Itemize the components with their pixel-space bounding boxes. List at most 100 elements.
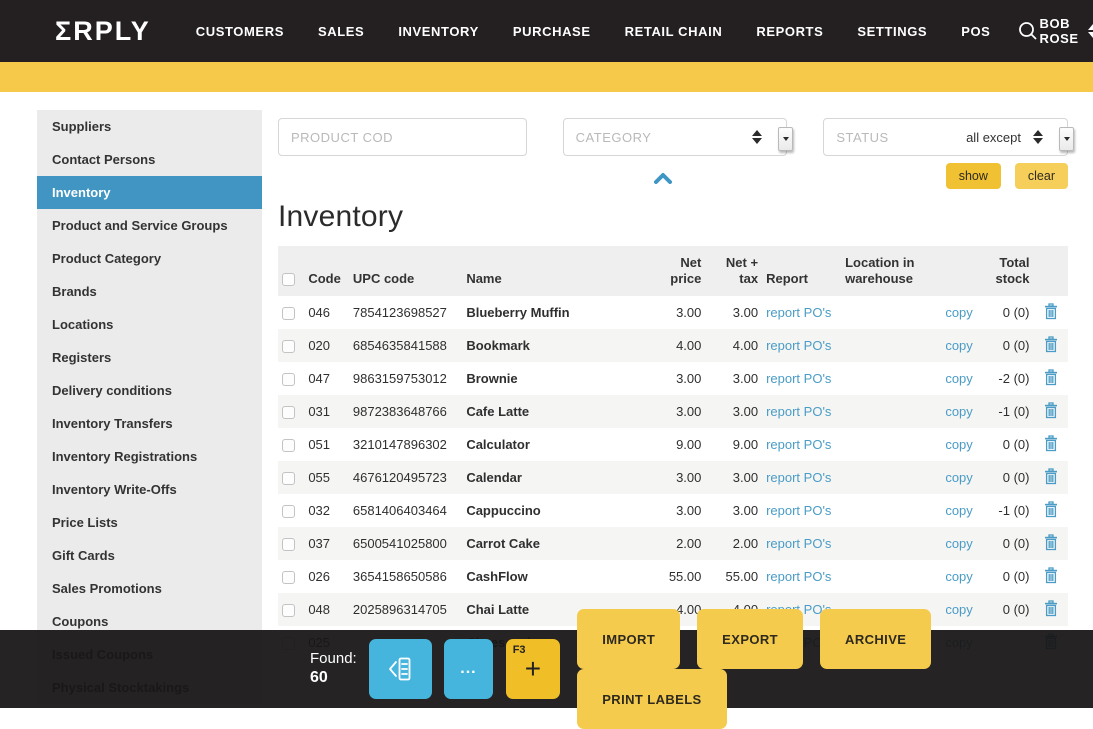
sidebar-item-brands[interactable]: Brands bbox=[37, 275, 262, 308]
sidebar-item-locations[interactable]: Locations bbox=[37, 308, 262, 341]
copy-link[interactable]: copy bbox=[945, 371, 972, 386]
delete-icon[interactable] bbox=[1043, 567, 1059, 584]
product-code-input[interactable] bbox=[291, 130, 514, 145]
copy-link[interactable]: copy bbox=[945, 437, 972, 452]
archive-button[interactable]: ARCHIVE bbox=[820, 609, 931, 669]
report-link[interactable]: report bbox=[766, 404, 800, 419]
sidebar-item-gift-cards[interactable]: Gift Cards bbox=[37, 539, 262, 572]
nav-item-purchase[interactable]: PURCHASE bbox=[504, 14, 600, 49]
select-all-checkbox[interactable] bbox=[282, 273, 295, 286]
row-checkbox[interactable] bbox=[282, 505, 295, 518]
erply-logo[interactable]: ΣRPLY bbox=[55, 16, 151, 47]
delete-icon[interactable] bbox=[1043, 369, 1059, 386]
col-code[interactable]: Code bbox=[304, 246, 349, 296]
nav-item-sales[interactable]: SALES bbox=[309, 14, 373, 49]
delete-icon[interactable] bbox=[1043, 402, 1059, 419]
col-net-price[interactable]: Net price bbox=[655, 246, 706, 296]
nav-item-inventory[interactable]: INVENTORY bbox=[389, 14, 488, 49]
report-link[interactable]: report bbox=[766, 305, 800, 320]
product-code-field[interactable] bbox=[278, 118, 527, 156]
delete-icon[interactable] bbox=[1043, 303, 1059, 320]
col-total-stock[interactable]: Total stock bbox=[977, 246, 1034, 296]
report-link[interactable]: report bbox=[766, 503, 800, 518]
col-net-tax[interactable]: Net + tax bbox=[705, 246, 762, 296]
report-link[interactable]: report bbox=[766, 338, 800, 353]
report-link[interactable]: report bbox=[766, 536, 800, 551]
nav-item-customers[interactable]: CUSTOMERS bbox=[187, 14, 293, 49]
status-select[interactable]: STATUS all except bbox=[823, 118, 1068, 156]
user-menu[interactable]: BOB ROSE bbox=[1039, 16, 1093, 46]
clear-button[interactable]: clear bbox=[1015, 163, 1068, 189]
pos-link[interactable]: PO's bbox=[804, 569, 832, 584]
report-link[interactable]: report bbox=[766, 371, 800, 386]
stepper-icon[interactable] bbox=[752, 130, 762, 144]
row-checkbox[interactable] bbox=[282, 472, 295, 485]
delete-icon[interactable] bbox=[1043, 501, 1059, 518]
sidebar-item-inventory-write-offs[interactable]: Inventory Write-Offs bbox=[37, 473, 262, 506]
copy-link[interactable]: copy bbox=[945, 503, 972, 518]
pos-link[interactable]: PO's bbox=[804, 371, 832, 386]
toggle-sidebar-button[interactable] bbox=[369, 639, 432, 699]
row-checkbox[interactable] bbox=[282, 373, 295, 386]
row-checkbox[interactable] bbox=[282, 340, 295, 353]
copy-link[interactable]: copy bbox=[945, 536, 972, 551]
nav-item-reports[interactable]: REPORTS bbox=[747, 14, 832, 49]
sidebar-item-product-and-service-groups[interactable]: Product and Service Groups bbox=[37, 209, 262, 242]
row-checkbox[interactable] bbox=[282, 307, 295, 320]
nav-item-retail-chain[interactable]: RETAIL CHAIN bbox=[616, 14, 732, 49]
delete-icon[interactable] bbox=[1043, 435, 1059, 452]
nav-item-settings[interactable]: SETTINGS bbox=[848, 14, 936, 49]
sidebar-item-inventory-transfers[interactable]: Inventory Transfers bbox=[37, 407, 262, 440]
copy-link[interactable]: copy bbox=[945, 338, 972, 353]
copy-link[interactable]: copy bbox=[945, 470, 972, 485]
row-checkbox[interactable] bbox=[282, 571, 295, 584]
col-name[interactable]: Name bbox=[462, 246, 654, 296]
row-checkbox[interactable] bbox=[282, 406, 295, 419]
sidebar-item-inventory[interactable]: Inventory bbox=[37, 176, 262, 209]
pos-link[interactable]: PO's bbox=[804, 305, 832, 320]
report-link[interactable]: report bbox=[766, 470, 800, 485]
col-upc[interactable]: UPC code bbox=[349, 246, 462, 296]
cell-code: 051 bbox=[304, 428, 349, 461]
col-report[interactable]: Report bbox=[762, 246, 841, 296]
sidebar-item-suppliers[interactable]: Suppliers bbox=[37, 110, 262, 143]
report-link[interactable]: report bbox=[766, 437, 800, 452]
row-checkbox[interactable] bbox=[282, 538, 295, 551]
category-select[interactable]: CATEGORY bbox=[563, 118, 788, 156]
dropdown-arrow-icon[interactable] bbox=[778, 127, 793, 151]
pos-link[interactable]: PO's bbox=[804, 404, 832, 419]
copy-link[interactable]: copy bbox=[945, 404, 972, 419]
dropdown-arrow-icon[interactable] bbox=[1059, 127, 1074, 151]
sidebar-item-delivery-conditions[interactable]: Delivery conditions bbox=[37, 374, 262, 407]
row-checkbox[interactable] bbox=[282, 604, 295, 617]
delete-icon[interactable] bbox=[1043, 336, 1059, 353]
copy-link[interactable]: copy bbox=[945, 305, 972, 320]
row-checkbox[interactable] bbox=[282, 439, 295, 452]
more-button[interactable]: ... bbox=[444, 639, 493, 699]
sidebar-item-price-lists[interactable]: Price Lists bbox=[37, 506, 262, 539]
pos-link[interactable]: PO's bbox=[804, 338, 832, 353]
show-button[interactable]: show bbox=[946, 163, 1001, 189]
sidebar-item-product-category[interactable]: Product Category bbox=[37, 242, 262, 275]
sidebar-item-inventory-registrations[interactable]: Inventory Registrations bbox=[37, 440, 262, 473]
collapse-filters-icon[interactable] bbox=[278, 172, 1048, 184]
print-labels-button[interactable]: PRINT LABELS bbox=[577, 669, 726, 729]
col-warehouse[interactable]: Location in warehouse bbox=[841, 246, 932, 296]
sidebar-item-contact-persons[interactable]: Contact Persons bbox=[37, 143, 262, 176]
stepper-icon[interactable] bbox=[1033, 130, 1043, 144]
nav-item-pos[interactable]: POS bbox=[952, 14, 999, 49]
delete-icon[interactable] bbox=[1043, 468, 1059, 485]
copy-link[interactable]: copy bbox=[945, 569, 972, 584]
export-button[interactable]: EXPORT bbox=[697, 609, 803, 669]
import-button[interactable]: IMPORT bbox=[577, 609, 680, 669]
pos-link[interactable]: PO's bbox=[804, 470, 832, 485]
add-product-button[interactable]: F3 + bbox=[506, 639, 561, 699]
pos-link[interactable]: PO's bbox=[804, 503, 832, 518]
sidebar-item-registers[interactable]: Registers bbox=[37, 341, 262, 374]
pos-link[interactable]: PO's bbox=[804, 536, 832, 551]
sidebar-item-sales-promotions[interactable]: Sales Promotions bbox=[37, 572, 262, 605]
search-icon[interactable] bbox=[1017, 20, 1039, 42]
pos-link[interactable]: PO's bbox=[804, 437, 832, 452]
report-link[interactable]: report bbox=[766, 569, 800, 584]
delete-icon[interactable] bbox=[1043, 534, 1059, 551]
